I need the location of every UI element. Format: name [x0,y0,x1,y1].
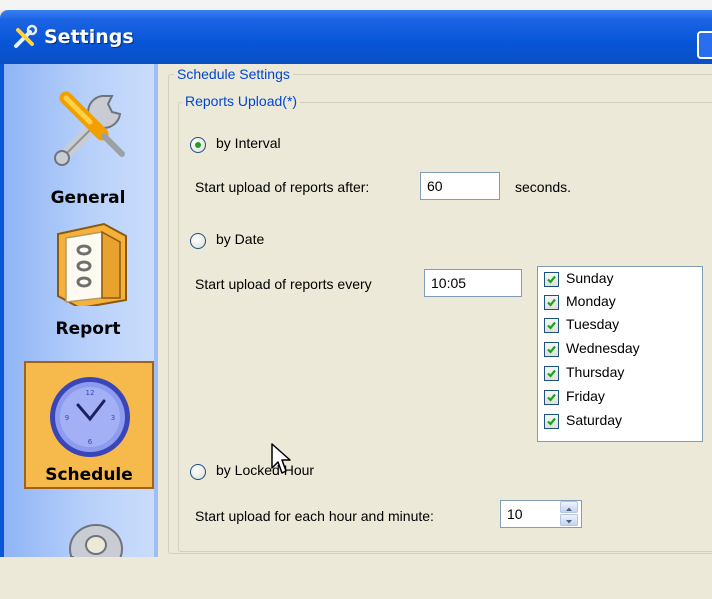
monday-checkbox[interactable] [544,295,559,310]
seconds-unit-label: seconds. [515,179,572,195]
binder-icon [44,214,136,310]
by-date-label[interactable]: by Date [216,231,264,247]
mouse-cursor-icon [270,442,292,480]
day-label: Saturday [566,412,623,428]
interval-seconds-input[interactable]: 60 [420,172,500,200]
clock-icon: 12 3 6 9 [44,369,136,461]
friday-checkbox[interactable] [544,390,559,405]
day-label: Thursday [566,364,625,380]
svg-text:9: 9 [65,414,69,422]
by-date-radio[interactable] [190,233,206,249]
svg-text:3: 3 [111,414,115,422]
weekday-checklist: Sunday Monday Tuesday Wednesday Thursday [537,266,703,442]
schedule-settings-title: Schedule Settings [174,66,293,82]
day-label: Monday [566,293,616,309]
key-icon [44,507,136,599]
by-interval-label[interactable]: by Interval [216,135,281,151]
sidebar-item-general[interactable]: General [22,78,154,208]
tuesday-checkbox[interactable] [544,318,559,333]
by-interval-radio[interactable] [190,137,206,153]
tools-icon [44,78,136,170]
spin-down-button[interactable] [560,514,578,526]
date-time-input[interactable]: 10:05 [424,269,522,297]
tools-icon [12,24,38,50]
window-control-button[interactable] [697,31,712,59]
spin-up-button[interactable] [560,501,578,513]
sidebar-item-security[interactable] [22,507,154,574]
sidebar-item-schedule[interactable]: 12 3 6 9 Schedule [24,361,154,489]
day-label: Sunday [566,270,614,286]
by-locked-hour-radio[interactable] [190,464,206,480]
sunday-checkbox[interactable] [544,272,559,287]
title-bar[interactable]: Settings [0,10,712,64]
svg-text:12: 12 [86,389,95,397]
reports-upload-title: Reports Upload(*) [182,93,301,109]
locked-hour-start-label: Start upload for each hour and minute: [195,508,434,524]
day-label: Wednesday [566,340,640,356]
sidebar-item-report[interactable]: Report [22,214,154,342]
by-locked-hour-label[interactable]: by Locked Hour [216,462,314,478]
sidebar-item-label: Report [55,319,121,339]
sidebar-item-label: General [50,188,126,208]
day-label: Friday [566,388,605,404]
wednesday-checkbox[interactable] [544,342,559,357]
saturday-checkbox[interactable] [544,414,559,429]
desktop-background [0,0,712,10]
interval-start-label: Start upload of reports after: [195,179,370,195]
svg-text:6: 6 [88,438,93,446]
date-start-label: Start upload of reports every [195,276,372,292]
day-label: Tuesday [566,316,620,332]
minute-spinner[interactable] [560,501,580,527]
schedule-panel: Schedule Settings Reports Upload(*) by I… [158,64,712,557]
sidebar-item-label: Schedule [45,465,133,485]
window-title: Settings [44,26,134,48]
sidebar: General Report 12 3 6 9 Schedule [4,64,154,574]
thursday-checkbox[interactable] [544,366,559,381]
